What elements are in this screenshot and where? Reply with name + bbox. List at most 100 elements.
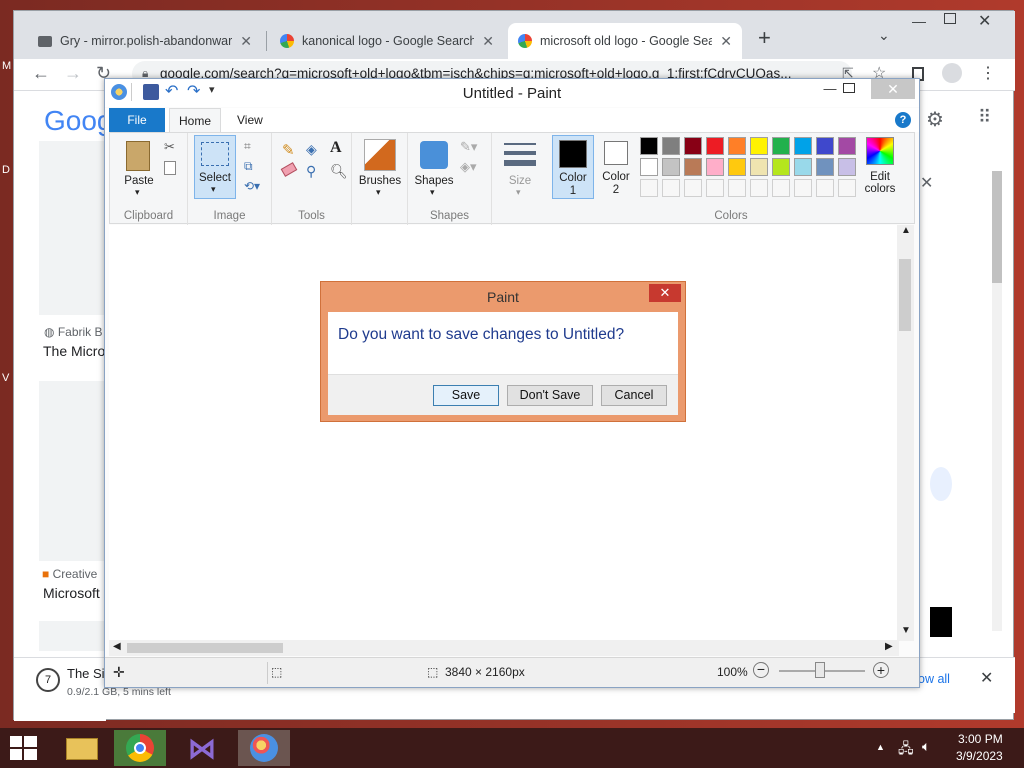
minimize-icon[interactable]: — [912,13,926,29]
zoom-out-icon[interactable]: − [753,662,769,678]
clock-time[interactable]: 3:00 PM [958,732,1003,746]
palette-color-swatch[interactable] [772,158,790,176]
show-all-button[interactable]: ow all [918,672,950,686]
tab-search-icon[interactable]: ⌄ [878,27,890,44]
horizontal-scrollbar[interactable]: ◀ ▶ [109,640,899,656]
palette-color-swatch[interactable] [640,137,658,155]
palette-color-swatch[interactable] [728,137,746,155]
browser-tab[interactable]: Gry - mirror.polish-abandonware ✕ [28,23,262,59]
crop-icon[interactable]: ⌗ [244,139,251,154]
archive-file-icon[interactable]: 7 [36,668,60,692]
close-window-icon[interactable]: ✕ [978,11,991,31]
palette-color-swatch[interactable] [772,137,790,155]
custom-color-slot[interactable] [772,179,790,197]
palette-color-swatch[interactable] [750,137,768,155]
palette-color-swatch[interactable] [794,137,812,155]
download-name[interactable]: The Si [67,666,105,681]
close-tab-icon[interactable]: ✕ [720,33,732,50]
minimize-icon[interactable]: — [817,81,843,99]
zoom-slider-handle[interactable] [815,662,825,678]
cancel-button[interactable]: Cancel [601,385,667,406]
visual-studio-taskbar-button[interactable]: ⋈ [178,730,230,766]
magnifier-icon[interactable]: 🔍︎ [330,163,348,180]
shapes-button[interactable]: Shapes ▾ [412,137,456,199]
image-result-thumbnail[interactable] [39,621,106,651]
back-icon[interactable]: ← [32,63,50,84]
result-title[interactable]: The Micro [43,343,105,359]
tab-home[interactable]: Home [169,108,221,132]
forward-icon[interactable]: → [64,63,82,84]
close-download-bar-icon[interactable]: ✕ [980,668,993,688]
browser-tab[interactable]: kanonical logo - Google Search ✕ [270,23,504,59]
palette-color-swatch[interactable] [750,158,768,176]
custom-color-slot[interactable] [640,179,658,197]
custom-color-slot[interactable] [750,179,768,197]
start-button[interactable] [10,736,38,760]
dont-save-button[interactable]: Don't Save [507,385,593,406]
scroll-right-icon[interactable]: ▶ [885,641,893,652]
page-scrollbar[interactable] [992,171,1002,631]
menu-kebab-icon[interactable]: ⋮ [980,63,996,83]
eraser-icon[interactable] [280,162,298,177]
close-tab-icon[interactable]: ✕ [240,33,252,50]
palette-color-swatch[interactable] [838,137,856,155]
result-title[interactable]: Microsoft [43,585,100,601]
color1-button[interactable]: Color 1 [552,135,594,199]
browser-tab-active[interactable]: microsoft old logo - Google Search ✕ [508,23,742,59]
palette-color-swatch[interactable] [640,158,658,176]
text-tool-icon[interactable]: A [330,139,342,157]
palette-color-swatch[interactable] [728,158,746,176]
page-scrollbar-thumb[interactable] [992,171,1002,283]
resize-icon[interactable]: ⧉ [244,159,253,174]
palette-color-swatch[interactable] [706,137,724,155]
copy-icon[interactable] [164,161,176,175]
image-result-thumbnail[interactable] [39,381,106,561]
zoom-in-icon[interactable]: + [873,662,889,678]
size-button[interactable]: Size ▾ [500,137,540,199]
custom-color-slot[interactable] [662,179,680,197]
edit-colors-button[interactable]: Edit colors [860,137,900,199]
google-logo[interactable]: Goog [44,105,113,137]
palette-color-swatch[interactable] [662,137,680,155]
color2-button[interactable]: Color 2 [598,135,638,199]
custom-color-slot[interactable] [816,179,834,197]
palette-color-swatch[interactable] [662,158,680,176]
select-button[interactable]: Select ▾ [194,135,236,199]
palette-color-swatch[interactable] [684,158,702,176]
settings-gear-icon[interactable]: ⚙ [926,107,944,132]
close-preview-icon[interactable]: ✕ [920,173,933,193]
custom-color-slot[interactable] [794,179,812,197]
chrome-taskbar-button[interactable] [114,730,166,766]
clock-date[interactable]: 3/9/2023 [956,749,1003,763]
custom-color-slot[interactable] [684,179,702,197]
save-button[interactable]: Save [433,385,499,406]
fill-bucket-icon[interactable]: ◈ [306,141,317,158]
rotate-icon[interactable]: ⟲▾ [244,179,260,193]
scroll-down-icon[interactable]: ▼ [901,625,911,636]
horizontal-scrollbar-thumb[interactable] [127,643,283,653]
brushes-button[interactable]: Brushes ▾ [356,137,404,199]
close-tab-icon[interactable]: ✕ [482,33,494,50]
palette-color-swatch[interactable] [838,158,856,176]
profile-avatar-icon[interactable] [942,63,962,83]
tab-view[interactable]: View [237,108,263,132]
maximize-icon[interactable] [944,13,956,24]
custom-color-slot[interactable] [706,179,724,197]
custom-color-slot[interactable] [728,179,746,197]
network-icon[interactable]: 🖧︎ [898,738,914,762]
outline-icon[interactable]: ✎▾ [460,139,477,155]
apps-grid-icon[interactable]: ⠿ [978,107,991,128]
new-tab-button[interactable]: + [758,25,771,51]
tab-file[interactable]: File [109,108,165,132]
show-hidden-icons-icon[interactable]: ▲ [876,742,885,752]
image-result-thumbnail[interactable] [39,141,106,315]
dialog-close-icon[interactable]: ✕ [649,284,681,302]
pencil-icon[interactable]: ✎ [282,141,295,159]
custom-color-slot[interactable] [838,179,856,197]
palette-color-swatch[interactable] [794,158,812,176]
cut-icon[interactable]: ✂ [164,139,175,155]
volume-icon[interactable]: 🔈︎ [922,738,930,755]
close-icon[interactable]: ✕ [871,79,915,99]
palette-color-swatch[interactable] [816,137,834,155]
palette-color-swatch[interactable] [706,158,724,176]
